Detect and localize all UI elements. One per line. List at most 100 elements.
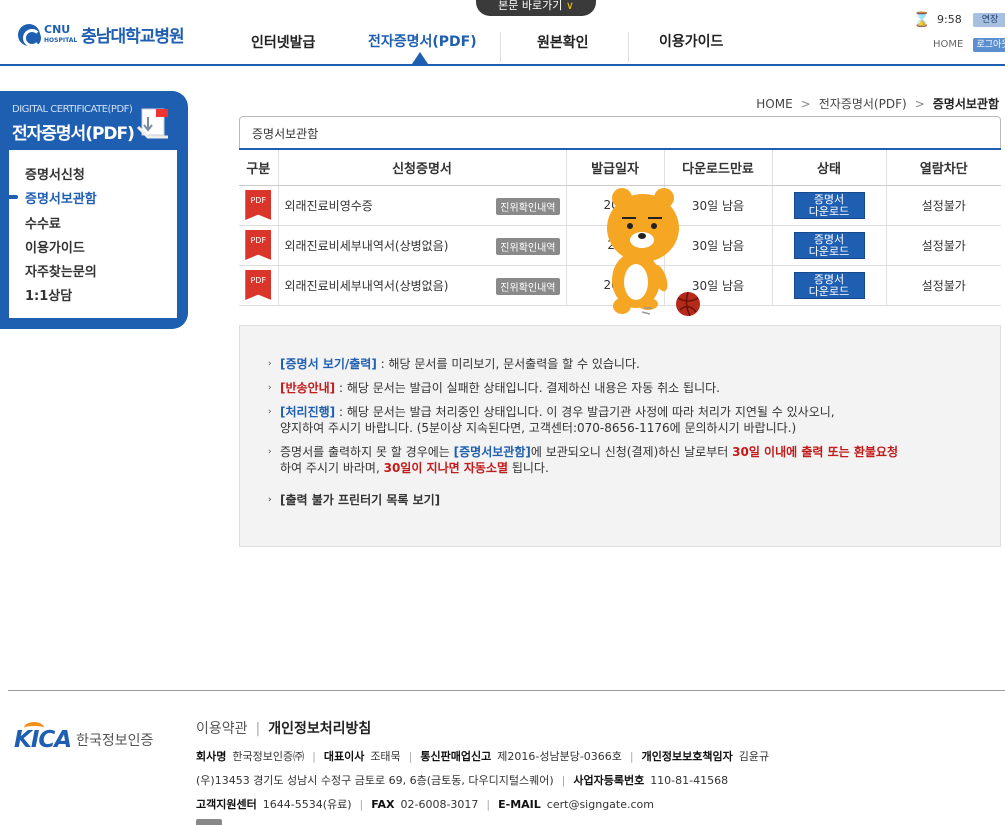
footer-label: 사업자등록번호 xyxy=(573,774,645,787)
home-link[interactable]: HOME xyxy=(933,39,963,50)
sidebar-subtitle: DIGITAL CERTIFICATE(PDF) xyxy=(12,104,133,115)
notice-highlight: 30일이 지나면 자동소멸 xyxy=(383,461,509,475)
nav-guide[interactable]: 이용가이드 xyxy=(659,31,723,51)
footer-value: 1644-5534(유료) xyxy=(262,798,352,811)
footer-badge xyxy=(196,819,222,825)
notice-text: 됩니다. xyxy=(508,461,549,475)
notice-box: › [증명서 보기/출력] : 해당 문서를 미리보기, 문서출력을 할 수 있… xyxy=(239,325,1001,547)
certificate-cell: 외래진료비세부내역서(상병없음) 진위확인내역 xyxy=(277,265,566,306)
footer-label: 대표이사 xyxy=(323,750,365,763)
notice-keyword: [증명서보관함] xyxy=(453,445,531,459)
breadcrumb-home[interactable]: HOME xyxy=(756,97,792,111)
footer-value: 110-81-41568 xyxy=(650,774,729,787)
footer-label: FAX xyxy=(371,798,395,811)
pdf-document-icon xyxy=(136,108,168,139)
sidebar-title: 전자증명서(PDF) xyxy=(12,124,135,144)
notice-keyword: [증명서 보기/출력] xyxy=(280,357,377,371)
table-header-row: 구분 신청증명서 발급일자 다운로드만료 상태 열람차단 xyxy=(239,148,1001,186)
nav-divider xyxy=(628,32,629,62)
nav-original-check[interactable]: 원본확인 xyxy=(537,32,589,52)
footer-value: cert@signgate.com xyxy=(546,798,654,811)
nav-divider xyxy=(500,32,501,62)
kica-logo-text: 한국정보인증 xyxy=(76,733,154,749)
certificate-cell: 외래진료비영수증 진위확인내역 xyxy=(277,185,566,226)
logout-button[interactable]: 로그아웃 xyxy=(973,38,1005,52)
pdf-icon: PDF xyxy=(245,270,272,300)
notice-text: 하여 주시기 바라며, xyxy=(280,461,384,475)
download-certificate-button[interactable]: 증명서 다운로드 xyxy=(793,231,865,259)
column-header-type: 구분 xyxy=(239,148,278,186)
nav-internet-issue[interactable]: 인터넷발급 xyxy=(251,32,315,52)
logo-en-sub: HOSPITAL xyxy=(44,36,78,44)
kica-arc-icon xyxy=(24,722,44,734)
sidebar: DIGITAL CERTIFICATE(PDF) 전자증명서(PDF) 증명서신… xyxy=(0,91,188,329)
site-header: CNU HOSPITAL 충남대학교병원 본문 바로가기 ∨ 인터넷발급 전자증… xyxy=(0,0,1005,66)
footer-label: 통신판매업신고 xyxy=(420,750,492,763)
sidebar-item-faq[interactable]: 자주찾는문의 xyxy=(25,261,97,280)
skip-to-content-label: 본문 바로가기 xyxy=(498,0,563,12)
divider: | xyxy=(255,721,261,737)
type-cell: PDF xyxy=(239,185,278,226)
verify-history-button[interactable]: 진위확인내역 xyxy=(496,237,560,255)
bullet-icon: › xyxy=(268,407,272,417)
sidebar-item-guide[interactable]: 이용가이드 xyxy=(25,237,85,256)
extend-session-button[interactable]: 연장 xyxy=(973,13,1005,27)
block-cell: 설정불가 xyxy=(885,265,1001,306)
sidebar-menu-panel: 증명서신청 증명서보관함 수수료 이용가이드 자주찾는문의 1:1상담 xyxy=(9,150,177,318)
footer-label: 개인정보보호책임자 xyxy=(641,750,733,763)
sidebar-item-storage[interactable]: 증명서보관함 xyxy=(25,188,97,207)
notice-keyword: [처리진행] xyxy=(280,405,336,419)
notice-keyword: [반송안내] xyxy=(280,381,336,395)
kica-logo-mark: KICA xyxy=(14,722,72,753)
block-cell: 설정불가 xyxy=(885,225,1001,266)
notice-text: 양지하여 주시기 바랍니다. (5분이상 지속된다면, 고객센터:070-865… xyxy=(280,421,797,435)
footer-value: 조태묵 xyxy=(370,750,401,763)
notice-return: › [반송안내] : 해당 문서는 발급이 실패한 상태입니다. 결제하신 내용… xyxy=(268,380,720,396)
verify-history-button[interactable]: 진위확인내역 xyxy=(496,277,560,295)
column-header-issue-date: 발급일자 xyxy=(565,148,664,186)
active-nav-marker-icon xyxy=(412,52,428,64)
chevron-down-icon: ∨ xyxy=(565,0,574,12)
skip-to-content-button[interactable]: 본문 바로가기 ∨ xyxy=(476,0,596,16)
certificate-cell: 외래진료비세부내역서(상병없음) 진위확인내역 xyxy=(277,225,566,266)
chevron-right-icon: > xyxy=(914,97,925,111)
footer-value: 김윤규 xyxy=(738,750,770,763)
footer-label: 고객지원센터 xyxy=(196,798,257,811)
footer-company-info: 회사명 한국정보인증㈜ | 대표이사 조태묵 | 통신판매업신고 제2016-성남분당-036… xyxy=(196,748,769,764)
sidebar-item-apply[interactable]: 증명서신청 xyxy=(25,164,85,183)
breadcrumb-e-certificate[interactable]: 전자증명서(PDF) xyxy=(819,97,907,111)
column-header-certificate: 신청증명서 xyxy=(277,148,566,186)
column-header-block: 열람차단 xyxy=(885,148,1001,186)
footer-value: (우)13453 경기도 성남시 수정구 금토로 69, 6층(금토동, 다우디… xyxy=(196,774,554,787)
printer-list-label: [출력 불가 프린터기 목록 보기] xyxy=(280,493,441,507)
terms-link[interactable]: 이용약관 xyxy=(196,721,248,737)
hospital-logo[interactable]: CNU HOSPITAL 충남대학교병원 xyxy=(18,22,185,47)
notice-storage: › 증명서를 출력하지 못 할 경우에는 [증명서보관함]에 보관되오니 신청(… xyxy=(268,444,898,476)
hourglass-icon: ⌛ xyxy=(913,12,931,28)
unsupported-printer-list-link[interactable]: › [출력 불가 프린터기 목록 보기] xyxy=(268,492,441,508)
status-cell: 증명서 다운로드 xyxy=(771,225,886,266)
logo-en-text: CNU xyxy=(44,22,71,36)
footer-label: 회사명 xyxy=(196,750,227,763)
verify-history-button[interactable]: 진위확인내역 xyxy=(496,197,560,215)
notice-text: 증명서를 출력하지 못 할 경우에는 xyxy=(280,445,454,459)
notice-processing: › [처리진행] : 해당 문서는 발급 처리중인 상태입니다. 이 경우 발급… xyxy=(268,404,835,436)
footer-divider xyxy=(8,690,1005,691)
notice-text: : 해당 문서를 미리보기, 문서출력을 할 수 있습니다. xyxy=(376,357,640,371)
section-header: 증명서보관함 xyxy=(239,116,1001,148)
download-certificate-button[interactable]: 증명서 다운로드 xyxy=(793,191,865,219)
divider: | xyxy=(359,798,364,811)
bullet-icon: › xyxy=(268,495,272,505)
bullet-icon: › xyxy=(268,447,272,457)
sidebar-item-inquiry[interactable]: 1:1상담 xyxy=(25,285,72,304)
download-certificate-button[interactable]: 증명서 다운로드 xyxy=(793,271,865,299)
column-header-status: 상태 xyxy=(771,148,886,186)
footer-links: 이용약관 | 개인정보처리방침 xyxy=(196,718,371,738)
divider: | xyxy=(486,798,491,811)
privacy-policy-link[interactable]: 개인정보처리방침 xyxy=(268,721,371,737)
nav-e-certificate[interactable]: 전자증명서(PDF) xyxy=(368,31,477,51)
footer-value: 제2016-성남분당-0366호 xyxy=(497,750,622,763)
download-label-2: 다운로드 xyxy=(808,244,850,258)
certificate-name: 외래진료비세부내역서(상병없음) xyxy=(284,238,449,253)
sidebar-item-fee[interactable]: 수수료 xyxy=(25,213,61,232)
